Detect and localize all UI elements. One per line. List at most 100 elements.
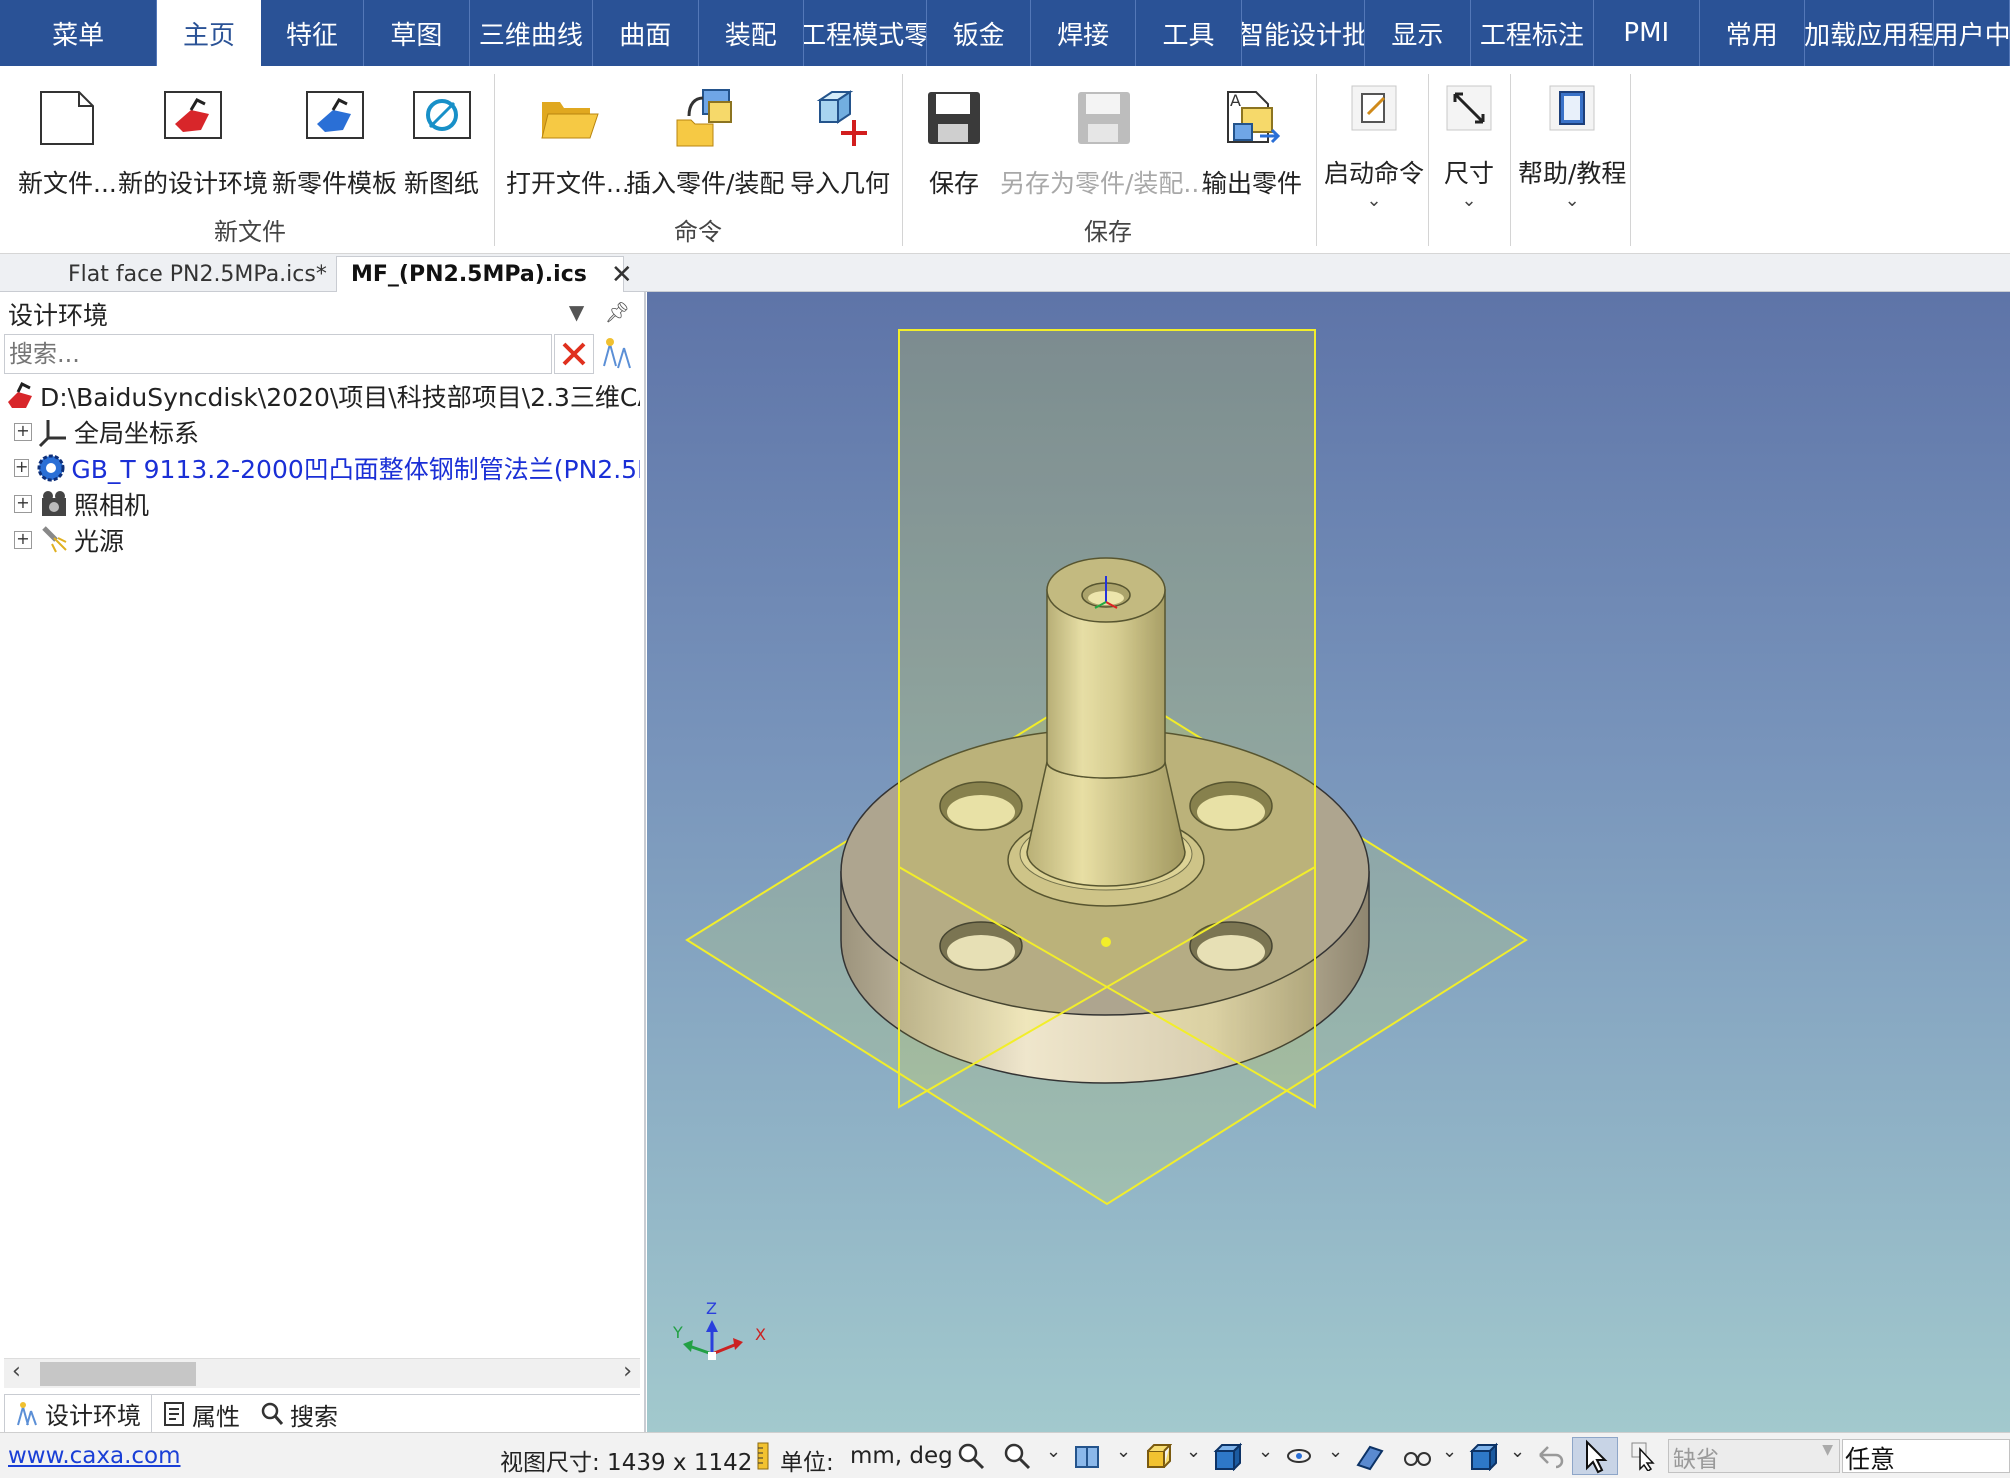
tab-pmi[interactable]: PMI	[1594, 0, 1700, 66]
tree-root[interactable]: D:\BaiduSyncdisk\2020\项目\科技部项目\2.3三维CAD	[4, 378, 640, 414]
tab-sketch[interactable]: 草图	[364, 0, 470, 66]
new-file-button[interactable]: 新文件...	[18, 76, 117, 226]
command-icon	[1351, 85, 1397, 131]
close-icon[interactable]: ✕	[611, 260, 633, 290]
launch-command-button[interactable]: 启动命令 ⌄	[1324, 76, 1424, 226]
help-tutorial-button[interactable]: 帮助/教程 ⌄	[1518, 76, 1626, 226]
tab-design-env[interactable]: 设计环境	[4, 1395, 152, 1433]
select-mode-field[interactable]: 任意	[1842, 1439, 2010, 1474]
status-bar: www.caxa.com 视图尺寸: 1439 x 1142 单位: mm, d…	[0, 1432, 2010, 1478]
document-tab[interactable]: Flat face PN2.5MPa.ics*	[54, 256, 341, 292]
camera-icon	[42, 491, 66, 516]
floppy-disk-disabled-icon	[1077, 92, 1130, 144]
tab-engineering-mode[interactable]: 工程模式零	[804, 0, 928, 66]
chevron-down-icon[interactable]: ⌄	[1116, 1441, 1131, 1462]
new-drawing-button[interactable]: 新图纸	[404, 76, 479, 226]
tab-common[interactable]: 常用	[1700, 0, 1805, 66]
expand-icon[interactable]: +	[14, 423, 32, 441]
tab-smart-design[interactable]: 智能设计批	[1242, 0, 1366, 66]
scroll-right-icon[interactable]: ›	[623, 1359, 632, 1384]
part-gear-icon	[37, 454, 65, 482]
search-input[interactable]	[4, 334, 552, 374]
3d-viewport[interactable]: Z X Y	[647, 292, 2010, 1432]
glasses-icon[interactable]	[1402, 1441, 1432, 1471]
new-part-template-button[interactable]: 新零件模板	[272, 76, 397, 226]
chevron-down-icon[interactable]: ⌄	[1442, 1441, 1457, 1462]
menu-bar: 菜单 主页 特征 草图 三维曲线 曲面 装配 工程模式零 钣金 焊接 工具 智能…	[0, 0, 2010, 66]
new-design-env-button[interactable]: 新的设计环境	[118, 76, 268, 226]
view-book-icon[interactable]	[1072, 1441, 1102, 1471]
tab-welding[interactable]: 焊接	[1031, 0, 1137, 66]
tree-item[interactable]: + 全局坐标系	[4, 414, 640, 450]
tab-3d-curve[interactable]: 三维曲线	[470, 0, 594, 66]
export-part-icon: A	[1227, 91, 1281, 144]
tree-item-label: 全局坐标系	[74, 419, 200, 448]
tab-home[interactable]: 主页	[157, 0, 261, 66]
expand-icon[interactable]: +	[14, 459, 30, 477]
view-orient-icon[interactable]	[1284, 1441, 1314, 1471]
pin-icon[interactable]: 📌︎	[605, 300, 630, 324]
save-label: 保存	[928, 169, 979, 198]
shaded-cube-icon[interactable]	[1212, 1441, 1242, 1471]
group-separator	[1316, 74, 1317, 246]
tree-item[interactable]: + GB_T 9113.2-2000凹凸面整体钢制管法兰(PN2.5MP	[4, 450, 640, 486]
insert-part-button[interactable]: 插入零件/装配	[626, 76, 784, 226]
tab-properties[interactable]: 属性	[152, 1395, 250, 1433]
new-part-template-label: 新零件模板	[272, 169, 398, 198]
dimension-label: 尺寸	[1444, 159, 1495, 188]
zoom-icon[interactable]	[956, 1441, 986, 1471]
folder-open-icon	[541, 102, 599, 139]
expand-icon[interactable]: +	[14, 531, 32, 549]
scrollbar-thumb[interactable]	[40, 1362, 196, 1386]
panel-menu-icon[interactable]: ▼	[569, 300, 584, 324]
pointer-filter-icon[interactable]	[1630, 1441, 1660, 1471]
ribbon: 新文件... 新的设计环境 新零件模板 新图纸 新文件 打开文件... 插入零件…	[0, 66, 2010, 254]
new-file-icon	[40, 91, 95, 145]
tab-assembly[interactable]: 装配	[699, 0, 804, 66]
chevron-down-icon[interactable]: ⌄	[1258, 1441, 1273, 1462]
expand-icon[interactable]: +	[14, 495, 32, 513]
tree-item[interactable]: + 光源	[4, 522, 640, 558]
chevron-down-icon: ⌄	[1366, 190, 1382, 211]
tab-menu[interactable]: 菜单	[0, 0, 158, 66]
open-file-button[interactable]: 打开文件...	[506, 76, 630, 226]
tab-display[interactable]: 显示	[1365, 0, 1471, 66]
tab-user-center[interactable]: 用户中	[1934, 0, 2010, 66]
design-environment-panel: 设计环境 ▼ 📌︎ D:\BaiduSyncdisk\2020\项目\科技部项目…	[0, 292, 646, 1433]
chevron-down-icon[interactable]: ⌄	[1046, 1441, 1061, 1462]
floppy-disk-icon	[928, 92, 980, 144]
tab-surface[interactable]: 曲面	[593, 0, 699, 66]
save-button[interactable]: 保存	[922, 76, 986, 226]
zoom-window-icon[interactable]	[1002, 1441, 1032, 1471]
tab-annotation[interactable]: 工程标注	[1471, 0, 1595, 66]
import-geometry-button[interactable]: 导入几何	[790, 76, 890, 226]
tab-tools[interactable]: 工具	[1136, 0, 1242, 66]
dimension-icon	[1446, 85, 1492, 131]
clear-search-button[interactable]	[554, 334, 594, 374]
tree-item[interactable]: + 照相机	[4, 486, 640, 522]
tab-sheet-metal[interactable]: 钣金	[927, 0, 1031, 66]
group-separator	[1428, 74, 1429, 246]
render-mode-icon[interactable]	[1142, 1441, 1172, 1471]
save-as-part-label: 另存为零件/装配...	[1000, 169, 1208, 198]
section-plane-icon[interactable]	[1354, 1441, 1384, 1471]
chevron-down-icon[interactable]: ⌄	[1510, 1441, 1525, 1462]
filter-select[interactable]: 缺省 ▼	[1668, 1439, 1840, 1473]
tab-load-apps[interactable]: 加载应用程	[1805, 0, 1935, 66]
tab-label: 属性	[192, 1402, 240, 1431]
scroll-left-icon[interactable]: ‹	[12, 1359, 21, 1384]
horizontal-scrollbar[interactable]: ‹ ›	[4, 1358, 640, 1388]
document-tab-active[interactable]: MF_(PN2.5MPa).ics ✕	[336, 256, 633, 292]
tree-item-label: 光源	[74, 527, 125, 556]
chevron-down-icon[interactable]: ⌄	[1328, 1441, 1343, 1462]
export-part-button[interactable]: A 输出零件	[1202, 76, 1302, 226]
tab-search[interactable]: 搜索	[250, 1395, 348, 1433]
tab-features[interactable]: 特征	[261, 0, 365, 66]
select-pointer-button[interactable]	[1572, 1437, 1618, 1475]
dimension-button[interactable]: 尺寸 ⌄	[1444, 76, 1494, 226]
chevron-down-icon[interactable]: ⌄	[1186, 1441, 1201, 1462]
cube-view-icon[interactable]	[1468, 1441, 1498, 1471]
website-link[interactable]: www.caxa.com	[8, 1443, 181, 1469]
undo-view-icon[interactable]	[1534, 1441, 1564, 1471]
tree-filter-icon[interactable]	[600, 336, 636, 372]
